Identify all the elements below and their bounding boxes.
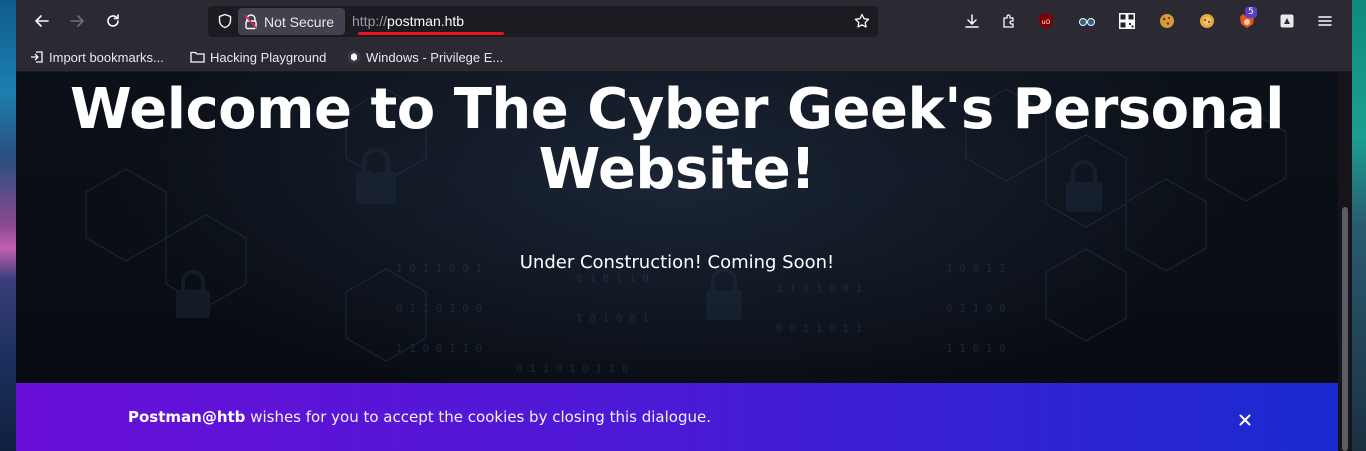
cookie-close-button[interactable] [1234, 409, 1256, 431]
url-scheme: http:// [352, 13, 388, 29]
bookmark-folder-label: Hacking Playground [210, 49, 327, 65]
tracking-protection-shield-icon[interactable] [216, 12, 234, 30]
bookmark-import-label: Import bookmarks... [49, 49, 164, 65]
bookmark-windows-privilege[interactable]: Windows - Privilege E... [347, 48, 503, 66]
puzzle-icon [1003, 14, 1014, 28]
reload-button[interactable] [99, 8, 127, 34]
cookie-brand: Postman@htb [128, 408, 246, 426]
qr-code-icon [1119, 13, 1135, 29]
desktop-wallpaper-right [1352, 0, 1366, 451]
back-button[interactable] [28, 8, 56, 34]
hamburger-menu-icon [1318, 16, 1332, 26]
extensions-button[interactable] [998, 10, 1020, 32]
svg-text:1 0 1 0 0 1: 1 0 1 0 0 1 [576, 312, 649, 325]
arrow-left-icon [35, 15, 49, 27]
cookie-message: Postman@htb wishes for you to accept the… [128, 408, 711, 426]
url-text[interactable]: http://postman.htb [352, 13, 464, 29]
svg-text:0 1 0 1 1 0: 0 1 0 1 1 0 [576, 272, 649, 285]
svg-text:1 1 0 1 0 0 1: 1 1 0 1 0 0 1 [776, 282, 862, 295]
hero-title: Welcome to The Cyber Geek's Personal Web… [70, 77, 1284, 202]
arrow-right-icon [70, 15, 84, 27]
svg-text:0 1 1 0 1 0 0: 0 1 1 0 1 0 0 [396, 302, 482, 315]
wappalyzer-button[interactable] [1076, 10, 1098, 32]
bookmark-folder-hacking-playground[interactable]: Hacking Playground [190, 48, 326, 66]
cookie-manager-button[interactable] [1196, 10, 1218, 32]
svg-text:0 1 1 0 0: 0 1 1 0 0 [946, 302, 1006, 315]
hero-subtitle: Under Construction! Coming Soon! [519, 252, 835, 273]
forward-button[interactable] [63, 8, 91, 34]
url-host: postman.htb [387, 13, 465, 29]
star-icon [854, 13, 870, 28]
downloads-button[interactable] [961, 10, 983, 32]
folder-icon [190, 51, 205, 63]
url-annotation-underline [358, 32, 504, 35]
cookie-message-text: wishes for you to accept the cookies by … [245, 408, 711, 426]
cookie-icon [1160, 14, 1174, 28]
qr-code-button[interactable] [1116, 10, 1138, 32]
cookie-consent-banner: Postman@htb wishes for you to accept the… [16, 383, 1338, 451]
desktop-wallpaper-left [0, 0, 16, 451]
app-menu-button[interactable] [1314, 10, 1336, 32]
glasses-icon [1079, 18, 1095, 26]
bookmark-windows-label: Windows - Privilege E... [366, 49, 504, 65]
ublock-shield-icon: uO [1039, 13, 1053, 29]
svg-text:uO: uO [1042, 19, 1051, 26]
svg-text:0 0 1 1 0 1 1: 0 0 1 1 0 1 1 [776, 322, 862, 335]
close-icon [1239, 414, 1251, 426]
broken-lock-icon [244, 13, 258, 30]
download-icon [965, 14, 979, 28]
svg-text:0 1 1 0 1 0 1 1 0: 0 1 1 0 1 0 1 1 0 [516, 362, 629, 375]
bookmark-star-button[interactable] [852, 11, 872, 31]
page-scrollbar[interactable] [1338, 72, 1352, 451]
reload-icon [107, 14, 119, 27]
svg-text:1 1 0 1 0: 1 1 0 1 0 [946, 342, 1006, 355]
browser-window: Not Secure http://postman.htb uO 5 Impor… [16, 0, 1352, 451]
scrollbar-thumb[interactable] [1342, 207, 1348, 451]
import-icon [31, 51, 43, 63]
ublock-origin-button[interactable]: uO [1035, 10, 1057, 32]
cookie-editor-button[interactable] [1156, 10, 1178, 32]
address-bar[interactable]: Not Secure http://postman.htb [208, 6, 878, 37]
extension-button[interactable] [1276, 10, 1298, 32]
extension-count-badge: 5 [1245, 7, 1257, 18]
cookie-alt-icon [1200, 14, 1214, 28]
not-secure-indicator[interactable]: Not Secure [238, 8, 345, 35]
web-page-content: 1 0 1 1 0 0 1 0 1 1 0 1 0 0 1 1 0 0 1 1 … [16, 72, 1338, 451]
not-secure-label: Not Secure [264, 13, 335, 30]
bookmarks-toolbar: Import bookmarks... Hacking Playground W… [16, 42, 1352, 72]
svg-text:1 1 0 0 1 1 0: 1 1 0 0 1 1 0 [396, 342, 482, 355]
extension-box-icon [1280, 14, 1294, 28]
site-favicon [347, 50, 361, 64]
navigation-toolbar: Not Secure http://postman.htb uO 5 [16, 0, 1352, 42]
bookmark-import[interactable]: Import bookmarks... [30, 48, 164, 66]
